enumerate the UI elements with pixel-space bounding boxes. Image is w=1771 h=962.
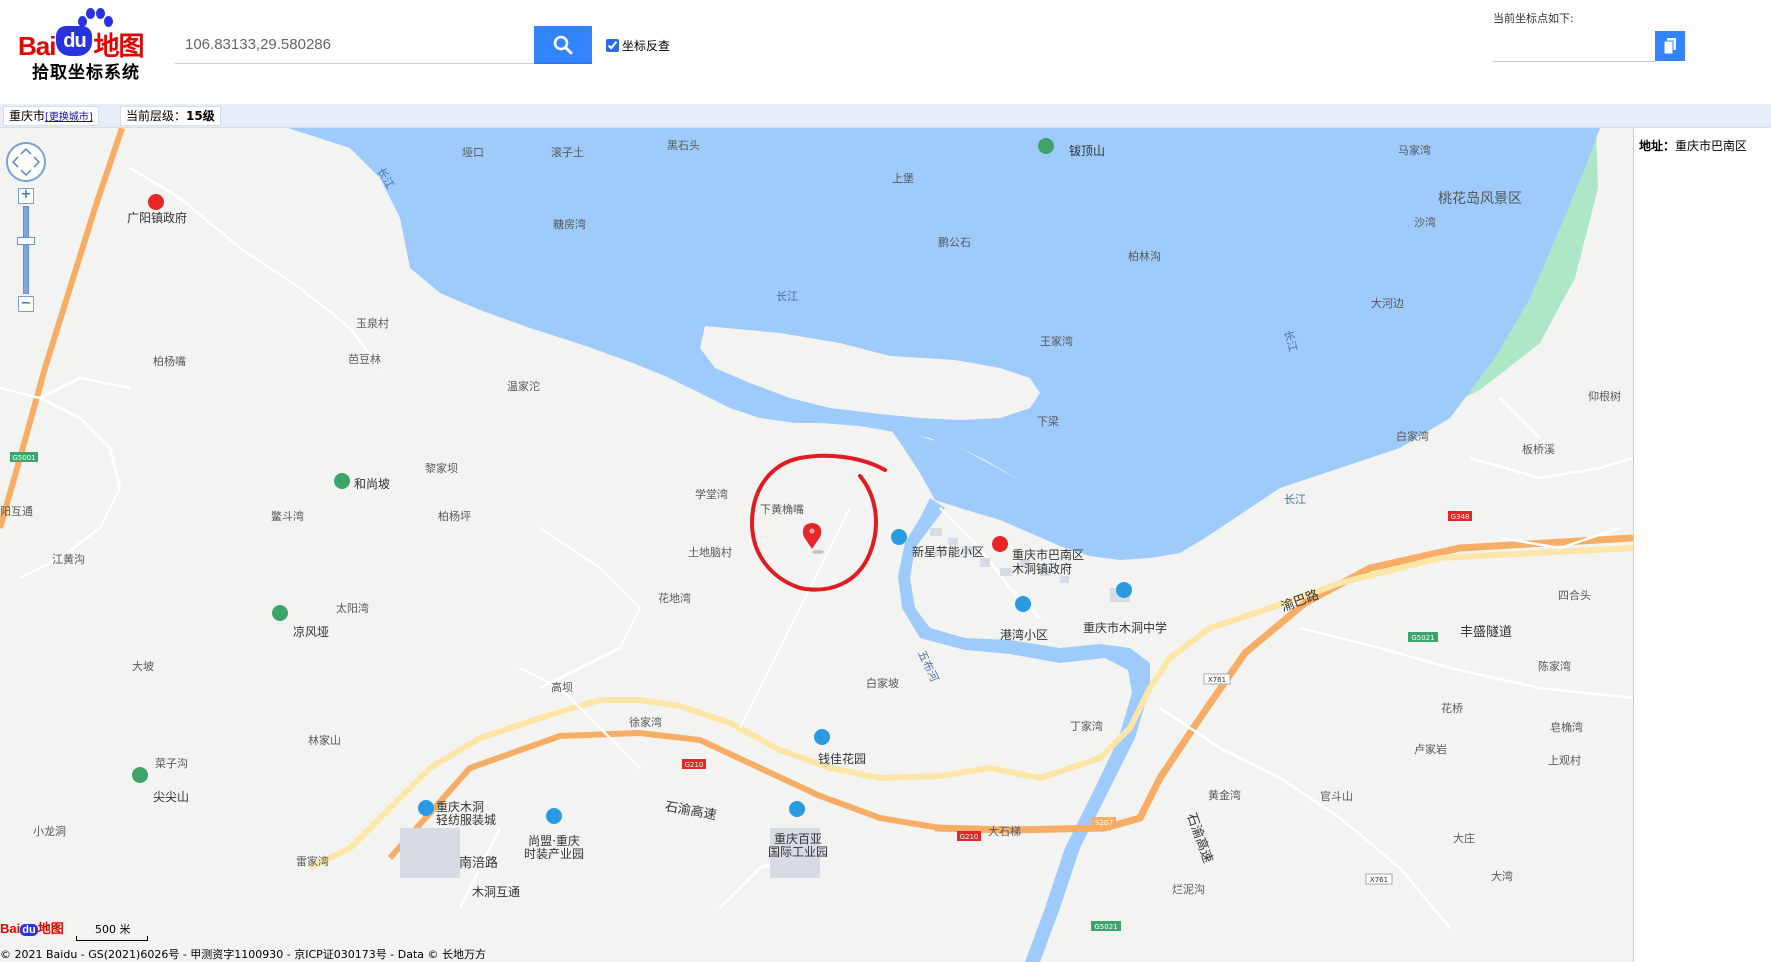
shield-g5021-a: G5021 <box>1411 634 1434 642</box>
scale-bar <box>76 936 148 941</box>
shield-x761-a: X761 <box>1208 676 1226 684</box>
map-baidu-logo: Bai du 地图 <box>0 921 64 936</box>
copy-button[interactable] <box>1655 31 1685 61</box>
shield-g5001: G5001 <box>12 454 35 462</box>
shield-g210-a: G210 <box>685 761 704 769</box>
search-icon <box>553 35 573 55</box>
address-display: 地址：重庆市巴南区 <box>1639 137 1747 154</box>
paw-icon <box>76 8 114 28</box>
zoom-slider-track[interactable] <box>23 206 29 294</box>
map-canvas[interactable]: 垭口 滚子土 黑石头 钹顶山 马家湾 长江 广阳镇政府 上堡 桃花岛风景区 糖房… <box>0 128 1633 962</box>
city-selector: 重庆市[更换城市] <box>3 106 99 126</box>
coord-output-field[interactable] <box>1493 32 1655 62</box>
baidu-map-logo[interactable]: Bai du 地图 拾取坐标系统 <box>14 8 164 83</box>
shield-g5021-b: G5021 <box>1094 923 1117 931</box>
level-value: 15级 <box>186 109 215 123</box>
road-shields: G5001 G348 G5021 X761 G210 G210 S207 G50… <box>10 452 1472 931</box>
shield-g348: G348 <box>1451 513 1470 521</box>
logo-subtitle: 拾取坐标系统 <box>32 63 140 83</box>
reverse-lookup-label: 坐标反查 <box>622 39 671 53</box>
coord-output-title: 当前坐标点如下: <box>1493 12 1574 25</box>
address-label: 地址： <box>1639 139 1676 153</box>
address-panel: 地址：重庆市巴南区 <box>1633 128 1771 962</box>
header: Baidu地图 拾取坐标系统 坐标反查 当前坐标点如下: <box>0 0 1771 104</box>
zoom-level-display: 当前层级：15级 <box>120 106 221 126</box>
coordinate-search-input[interactable] <box>175 26 535 64</box>
zoom-out-button[interactable]: − <box>18 296 34 312</box>
current-city: 重庆市 <box>9 109 46 123</box>
search-button[interactable] <box>534 26 592 64</box>
copyright-text: © 2021 Baidu - GS(2021)6026号 - 甲测资字11009… <box>0 948 487 961</box>
pan-control[interactable] <box>6 142 46 182</box>
change-city-link[interactable]: [更换城市] <box>45 112 93 123</box>
copy-icon <box>1664 38 1676 54</box>
shield-g210-b: G210 <box>960 833 979 841</box>
map-navigation-control: + − <box>6 142 46 332</box>
shield-s207: S207 <box>1095 819 1113 827</box>
zoom-in-button[interactable]: + <box>18 188 34 204</box>
address-value: 重庆市巴南区 <box>1675 139 1748 153</box>
zoom-slider-handle[interactable] <box>17 237 35 245</box>
scale-label: 500 米 <box>95 923 131 936</box>
pan-arrows-icon <box>11 147 41 177</box>
level-prefix: 当前层级： <box>126 109 187 123</box>
info-bar: 重庆市[更换城市] 当前层级：15级 <box>0 104 1771 128</box>
shield-x761-b: X761 <box>1370 876 1388 884</box>
reverse-lookup-checkbox[interactable] <box>606 39 619 52</box>
